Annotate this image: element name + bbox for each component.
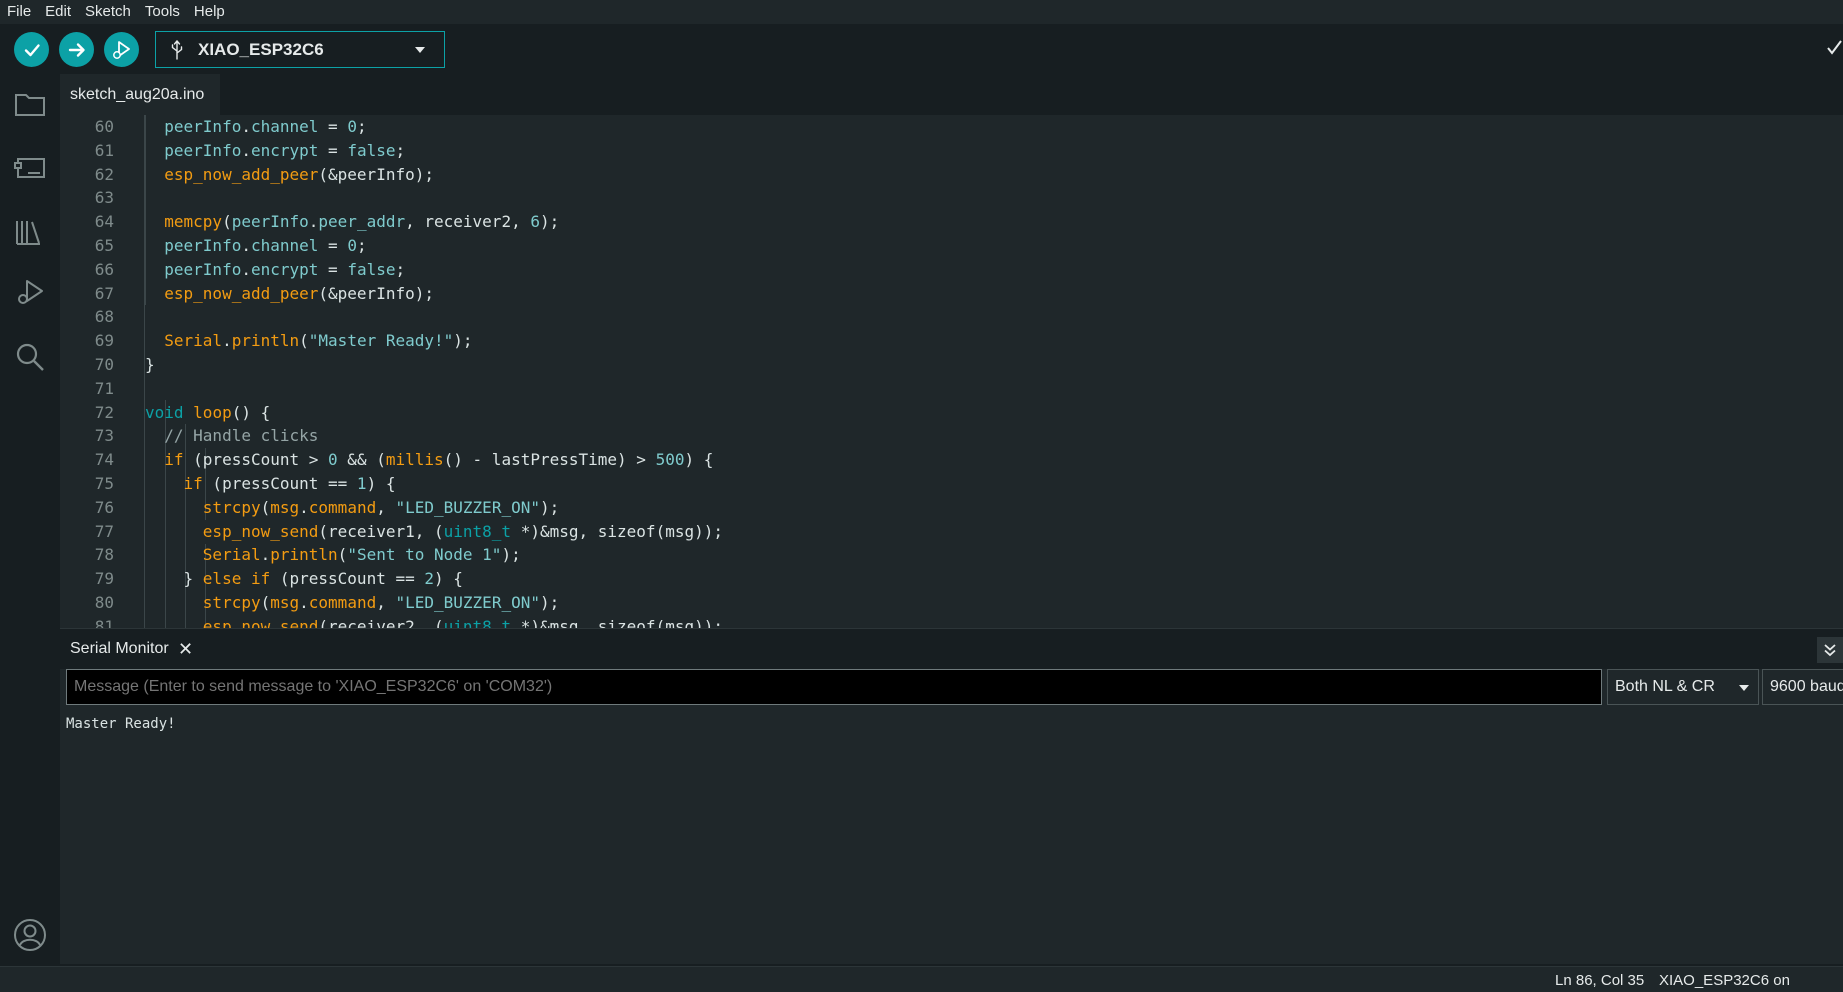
search-button[interactable]	[12, 339, 48, 375]
code-line: 79 } else if (pressCount == 2) {	[94, 569, 463, 589]
chevron-down-icon	[415, 46, 425, 53]
chevron-down-icon	[1739, 685, 1749, 691]
serial-message-input[interactable]	[66, 669, 1602, 705]
menu-bar: File Edit Sketch Tools Help	[0, 0, 1843, 24]
debug-button[interactable]	[104, 32, 139, 67]
debug-panel-button[interactable]	[12, 274, 48, 310]
code-line: 75 if (pressCount == 1) {	[94, 474, 396, 493]
debug-icon	[112, 40, 130, 59]
upload-button[interactable]	[59, 32, 94, 67]
menu-file[interactable]: File	[0, 0, 38, 24]
double-chevron-down-icon	[1824, 644, 1836, 657]
code-line: 64 memcpy(peerInfo.peer_addr, receiver2,…	[94, 212, 560, 232]
code-line: 80 strcpy(msg.command, "LED_BUZZER_ON");	[94, 593, 560, 612]
serial-monitor-header: Serial Monitor ✕	[60, 629, 1843, 669]
code-editor[interactable]: 60 peerInfo.channel = 0; 61 peerInfo.enc…	[60, 115, 1843, 628]
code-line: 60 peerInfo.channel = 0;	[94, 117, 367, 136]
search-icon	[16, 343, 44, 371]
library-icon	[16, 221, 40, 245]
status-bar: Ln 86, Col 35 XIAO_ESP32C6 on COM32	[0, 966, 1843, 992]
menu-help[interactable]: Help	[187, 0, 232, 24]
code-line: 76 strcpy(msg.command, "LED_BUZZER_ON");	[94, 497, 560, 517]
baud-rate-select[interactable]: 9600 baud	[1762, 669, 1843, 705]
code-line: 66 peerInfo.encrypt = false;	[94, 259, 406, 279]
code-line: 62 esp_now_add_peer(&peerInfo);	[94, 164, 434, 184]
board-selector[interactable]: XIAO_ESP32C6	[155, 31, 445, 68]
tab-bar: sketch_aug20a.ino	[60, 74, 1843, 115]
toolbar: XIAO_ESP32C6	[0, 24, 1843, 74]
verify-button[interactable]	[14, 32, 49, 67]
arrow-right-icon	[68, 42, 85, 57]
board-name: XIAO_ESP32C6	[198, 39, 324, 59]
board-port-status[interactable]: XIAO_ESP32C6 on COM32	[1659, 972, 1843, 992]
code-line: 78 Serial.println("Sent to Node 1");	[94, 545, 521, 565]
code-line: 68	[94, 307, 114, 327]
collapse-panel-button[interactable]	[1817, 637, 1843, 663]
code-line: 81 esp_now_send(receiver2, (uint8_t *)&m…	[94, 616, 723, 628]
check-icon	[24, 43, 40, 56]
folder-icon	[15, 94, 45, 116]
code-line: 74 if (pressCount > 0 && (millis() - las…	[94, 450, 714, 470]
menu-tools[interactable]: Tools	[138, 0, 187, 24]
code-line: 61 peerInfo.encrypt = false;	[94, 140, 406, 160]
code-line: 73 // Handle clicks	[94, 426, 319, 446]
code-line: 69 Serial.println("Master Ready!");	[94, 331, 473, 351]
tab-label: sketch_aug20a.ino	[70, 85, 205, 103]
menu-edit[interactable]: Edit	[38, 0, 78, 24]
activity-bar	[0, 74, 60, 966]
serial-plotter-icon[interactable]	[1825, 38, 1843, 60]
code-line: 70}	[94, 355, 155, 374]
cursor-position: Ln 86, Col 35	[1555, 972, 1645, 989]
serial-monitor-panel: Serial Monitor ✕ Both NL & CR 9600 baud …	[60, 628, 1843, 964]
tab-sketch-file[interactable]: sketch_aug20a.ino	[60, 74, 220, 115]
code-line: 77 esp_now_send(receiver1, (uint8_t *)&m…	[94, 521, 723, 541]
line-ending-select[interactable]: Both NL & CR	[1607, 669, 1759, 705]
code-line: 67 esp_now_add_peer(&peerInfo);	[94, 283, 434, 303]
account-icon[interactable]	[13, 918, 47, 952]
code-line: 63	[94, 188, 114, 208]
usb-icon	[171, 39, 183, 60]
serial-output: Master Ready!	[66, 716, 176, 732]
close-icon[interactable]: ✕	[178, 639, 193, 660]
code-line: 71	[94, 378, 114, 398]
board-icon	[14, 158, 45, 178]
sketchbook-button[interactable]	[12, 86, 48, 122]
library-manager-button[interactable]	[12, 214, 48, 250]
debug-run-icon	[18, 280, 43, 304]
code-line: 72 void loop() {	[94, 402, 271, 422]
menu-sketch[interactable]: Sketch	[78, 0, 138, 24]
boards-manager-button[interactable]	[12, 150, 48, 186]
baud-rate-value: 9600 baud	[1770, 678, 1843, 695]
code-line: 65 peerInfo.channel = 0;	[94, 236, 367, 255]
line-ending-value: Both NL & CR	[1615, 678, 1715, 695]
serial-monitor-title: Serial Monitor	[70, 640, 169, 657]
